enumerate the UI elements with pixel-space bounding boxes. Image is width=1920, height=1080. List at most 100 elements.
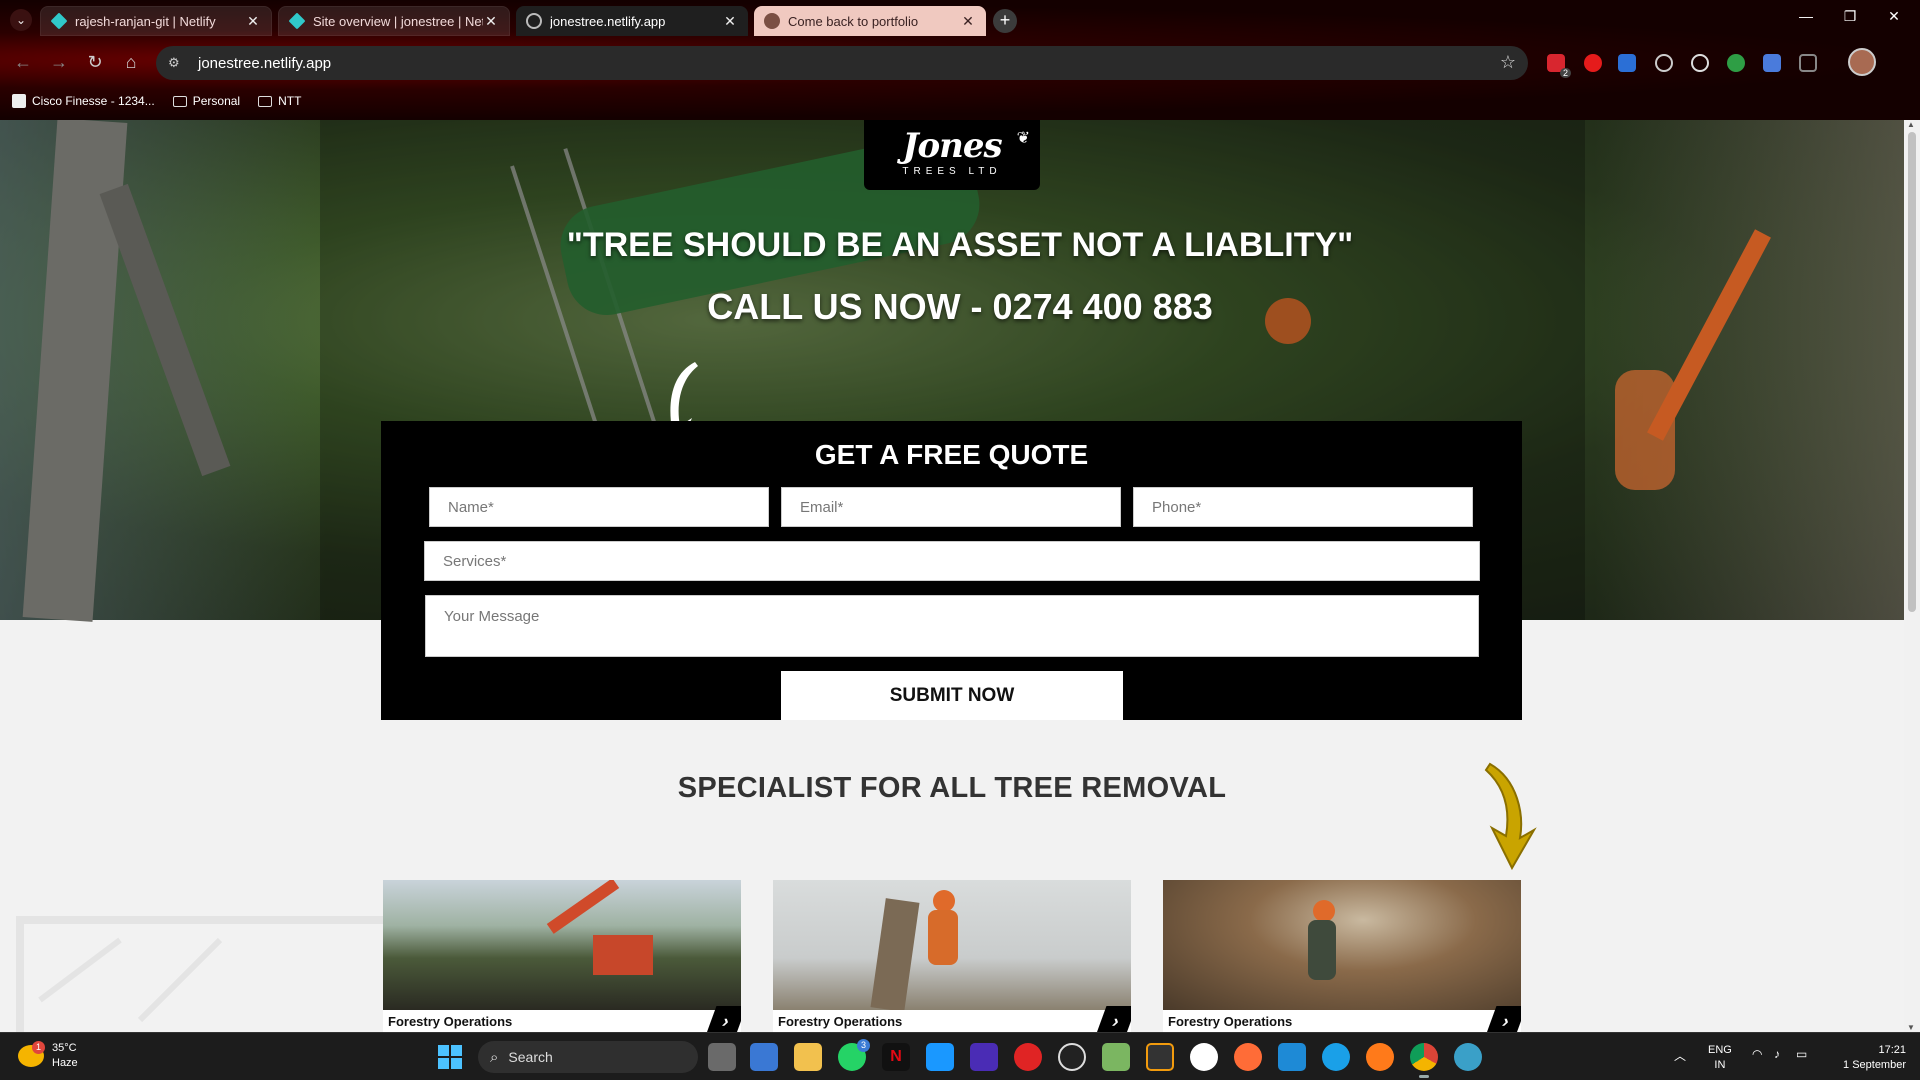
lang-top: ENG	[1708, 1044, 1732, 1056]
adblock-icon[interactable]	[1584, 54, 1602, 72]
tab-netlify-account[interactable]: rajesh-ranjan-git | Netlify ✕	[40, 6, 272, 36]
extension-green-icon[interactable]	[1727, 54, 1745, 72]
climber-body-shape	[928, 910, 958, 965]
bookmark-star-icon[interactable]: ☆	[1500, 52, 1516, 73]
battery-icon[interactable]: ▭	[1796, 1047, 1807, 1061]
site-info-icon[interactable]: ⚙	[168, 55, 198, 71]
mongodb-compass-icon[interactable]	[1190, 1043, 1218, 1071]
tree-stem-shape	[870, 898, 920, 1012]
home-icon[interactable]: ⌂	[118, 52, 144, 73]
firefox-icon[interactable]	[1366, 1043, 1394, 1071]
close-window-icon[interactable]: ✕	[1874, 8, 1914, 25]
whatsapp-badge: 3	[857, 1039, 870, 1052]
chevron-right-icon[interactable]: ›	[1095, 1006, 1131, 1032]
service-card-2[interactable]: Forestry Operations ›	[773, 880, 1131, 1032]
new-tab-button[interactable]: +	[993, 9, 1017, 33]
gold-arrow-icon	[1484, 762, 1537, 870]
chevron-right-icon[interactable]: ›	[1485, 1006, 1521, 1032]
system-clock[interactable]: 17:21 1 September	[1830, 1043, 1906, 1073]
notepad-icon[interactable]	[1102, 1043, 1130, 1071]
edge-icon[interactable]	[1322, 1043, 1350, 1071]
tab-title: rajesh-ranjan-git | Netlify	[75, 13, 216, 29]
name-input[interactable]: Name*	[429, 487, 769, 527]
extension-docs-icon[interactable]	[1763, 54, 1781, 72]
message-textarea[interactable]: Your Message	[425, 595, 1479, 657]
browser-toolbar: ← → ↻ ⌂ ⚙ jonestree.netlify.app ☆ 2	[0, 44, 1920, 82]
logo-wordmark: Jones	[902, 126, 1002, 166]
reload-icon[interactable]: ↻	[82, 52, 108, 73]
amazon-music-icon[interactable]	[970, 1043, 998, 1071]
chrome-icon[interactable]	[1410, 1043, 1438, 1071]
github-icon[interactable]	[1058, 1043, 1086, 1071]
services-input[interactable]: Services*	[424, 541, 1480, 581]
tab-title: Come back to portfolio	[788, 13, 919, 29]
wifi-icon[interactable]: ◠	[1752, 1047, 1762, 1061]
taskbar-search[interactable]: ⌕ Search	[478, 1041, 698, 1073]
tab-netlify-site-overview[interactable]: Site overview | jonestree | Netlify ✕	[278, 6, 510, 36]
page-viewport: Jones TREES LTD ❦ "TREE SHOULD BE AN ASS…	[0, 120, 1920, 1032]
netflix-icon[interactable]: N	[882, 1043, 910, 1071]
tree-climber-image	[773, 880, 1131, 1012]
chevron-right-icon[interactable]: ›	[705, 1006, 741, 1032]
prime-video-icon[interactable]	[926, 1043, 954, 1071]
address-bar[interactable]: ⚙ jonestree.netlify.app ☆	[156, 46, 1528, 80]
minimize-icon[interactable]: —	[1786, 8, 1826, 24]
card-caption-bar: Forestry Operations ›	[773, 1006, 1131, 1032]
close-tab-icon[interactable]: ✕	[245, 13, 261, 30]
extension-badge-icon[interactable]: 2	[1547, 54, 1571, 78]
weather-widget[interactable]: 1 35°C Haze	[18, 1041, 78, 1071]
tray-overflow-icon[interactable]: ︿	[1674, 1047, 1686, 1064]
globe-icon	[526, 13, 542, 29]
page-scrollbar[interactable]: ▲ ▼	[1904, 120, 1920, 1032]
service-card-3[interactable]: Forestry Operations ›	[1163, 880, 1521, 1032]
volume-icon[interactable]: ♪	[1774, 1047, 1780, 1061]
logo-subtitle: TREES LTD	[902, 166, 1002, 177]
extensions-puzzle-icon[interactable]	[1799, 54, 1817, 72]
tab-portfolio[interactable]: Come back to portfolio ✕	[754, 6, 986, 36]
tab-jonestree[interactable]: jonestree.netlify.app ✕	[516, 6, 748, 36]
close-tab-icon[interactable]: ✕	[483, 13, 499, 30]
bookmarks-bar: Cisco Finesse - 1234... Personal NTT	[0, 88, 1920, 114]
globe-app-icon[interactable]	[1454, 1043, 1482, 1071]
browser-chrome: ⌄ rajesh-ranjan-git | Netlify ✕ Site ove…	[0, 0, 1920, 120]
whatsapp-icon[interactable]: 3	[838, 1039, 870, 1071]
file-explorer-icon[interactable]	[794, 1043, 822, 1071]
site-logo[interactable]: Jones TREES LTD ❦	[864, 120, 1040, 190]
url-text: jonestree.netlify.app	[198, 54, 332, 72]
weather-badge: 1	[32, 1041, 45, 1054]
bookmark-label: Cisco Finesse - 1234...	[32, 94, 155, 108]
sublime-text-icon[interactable]	[1146, 1043, 1174, 1071]
bookmark-label: NTT	[278, 94, 302, 108]
forward-icon[interactable]: →	[46, 52, 72, 73]
extension-target-icon[interactable]	[1655, 54, 1673, 72]
tab-search-icon[interactable]: ⌄	[10, 9, 32, 31]
tab-strip: ⌄ rajesh-ranjan-git | Netlify ✕ Site ove…	[0, 0, 1920, 40]
submit-button[interactable]: SUBMIT NOW	[781, 671, 1123, 720]
close-tab-icon[interactable]: ✕	[722, 13, 738, 30]
task-view-icon[interactable]	[708, 1043, 736, 1071]
scroll-up-icon[interactable]: ▲	[1907, 120, 1915, 129]
scroll-thumb[interactable]	[1908, 132, 1916, 612]
profile-avatar[interactable]	[1848, 48, 1876, 76]
start-icon[interactable]	[438, 1045, 462, 1069]
extension-react-icon[interactable]	[1691, 54, 1709, 72]
restore-icon[interactable]: ❐	[1830, 8, 1870, 25]
service-card-1[interactable]: Forestry Operations ›	[383, 880, 741, 1032]
bookmark-cisco[interactable]: Cisco Finesse - 1234...	[12, 94, 155, 108]
language-indicator[interactable]: ENG IN	[1708, 1043, 1732, 1073]
extension-s-icon[interactable]	[1618, 54, 1636, 72]
phone-input[interactable]: Phone*	[1133, 487, 1473, 527]
lang-bottom: IN	[1714, 1059, 1726, 1071]
vscode-icon[interactable]	[1278, 1043, 1306, 1071]
postman-icon[interactable]	[1234, 1043, 1262, 1071]
bookmark-ntt[interactable]: NTT	[258, 94, 301, 108]
bookmark-personal[interactable]: Personal	[172, 94, 240, 108]
scroll-down-icon[interactable]: ▼	[1907, 1023, 1915, 1032]
folder-icon	[258, 95, 273, 107]
back-icon[interactable]: ←	[10, 52, 36, 73]
close-tab-icon[interactable]: ✕	[960, 13, 976, 30]
tab-title: Site overview | jonestree | Netlify	[313, 13, 483, 29]
store-icon[interactable]	[750, 1043, 778, 1071]
email-input[interactable]: Email*	[781, 487, 1121, 527]
media-player-icon[interactable]	[1014, 1043, 1042, 1071]
